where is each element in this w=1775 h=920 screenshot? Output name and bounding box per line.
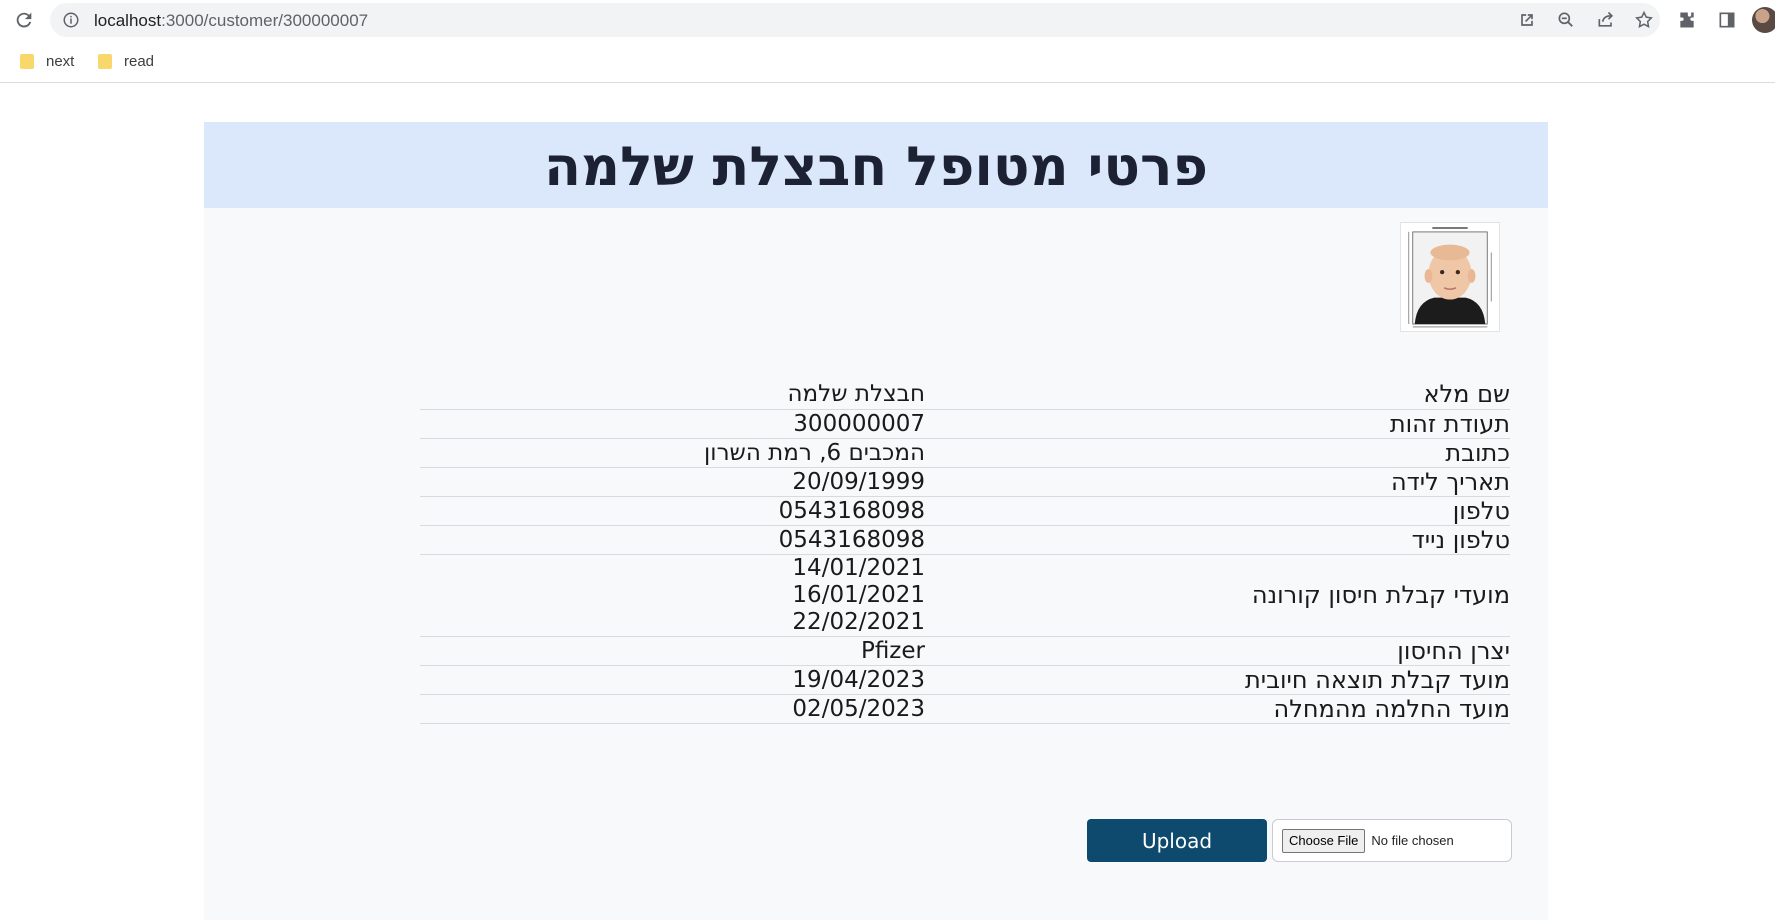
detail-row-positive-date: מועד קבלת תוצאה חיובית 19/04/2023 — [420, 666, 1510, 695]
bookmark-next[interactable]: next — [18, 51, 74, 71]
detail-value: המכבים 6, רמת השרון — [420, 440, 925, 466]
value-text: חבצלת שלמה — [787, 381, 925, 407]
value-text: Pfizer — [860, 638, 925, 664]
browser-toolbar: localhost:3000/customer/300000007 — [0, 0, 1775, 40]
value-text: 02/05/2023 — [792, 696, 925, 722]
bookmark-label: read — [124, 52, 155, 70]
detail-label: כתובת — [1445, 439, 1510, 467]
detail-row-vaccine-dates: מועדי קבלת חיסון קורונה 14/01/2021 16/01… — [420, 555, 1510, 637]
folder-icon — [98, 54, 112, 69]
extensions-icon[interactable] — [1677, 10, 1697, 30]
detail-row-birth-date: תאריך לידה 20/09/1999 — [420, 468, 1510, 497]
detail-label: מועד קבלת תוצאה חיובית — [1244, 666, 1510, 694]
detail-row-mobile: טלפון נייד 0543168098 — [420, 526, 1510, 555]
url-path: :3000/customer/300000007 — [161, 11, 369, 30]
detail-row-vaccine-maker: יצרן החיסון Pfizer — [420, 637, 1510, 666]
address-bar[interactable]: localhost:3000/customer/300000007 — [50, 3, 1660, 37]
detail-value: 0543168098 — [420, 498, 925, 524]
value-text: 0543168098 — [778, 498, 925, 524]
detail-label: מועדי קבלת חיסון קורונה — [1251, 581, 1510, 609]
detail-value: Pfizer — [420, 638, 925, 664]
bookmarks-bar: next read — [0, 40, 1775, 83]
site-info-icon[interactable] — [62, 11, 80, 29]
detail-label: טלפון — [1452, 497, 1510, 525]
file-status-text: No file chosen — [1371, 833, 1454, 848]
detail-row-address: כתובת המכבים 6, רמת השרון — [420, 439, 1510, 468]
detail-row-full-name: שם מלא חבצלת שלמה — [420, 380, 1510, 410]
value-text: 0543168098 — [778, 527, 925, 553]
detail-label: יצרן החיסון — [1397, 637, 1510, 665]
value-text: 16/01/2021 — [792, 582, 925, 608]
detail-row-phone: טלפון 0543168098 — [420, 497, 1510, 526]
value-text: 19/04/2023 — [792, 667, 925, 693]
reload-icon[interactable] — [13, 9, 35, 31]
bookmark-label: next — [46, 52, 75, 70]
value-text: 22/02/2021 — [792, 609, 925, 635]
detail-value: 02/05/2023 — [420, 696, 925, 722]
choose-file-button[interactable]: Choose File — [1282, 828, 1366, 853]
zoom-out-icon[interactable] — [1556, 10, 1576, 30]
detail-value: 20/09/1999 — [420, 469, 925, 495]
value-text: 300000007 — [793, 411, 925, 437]
share-icon[interactable] — [1596, 10, 1616, 30]
customer-photo — [1400, 222, 1500, 332]
detail-row-id-number: תעודת זהות 300000007 — [420, 410, 1510, 439]
detail-label: שם מלא — [1423, 380, 1510, 408]
profile-avatar[interactable] — [1752, 7, 1775, 33]
url-text[interactable]: localhost:3000/customer/300000007 — [94, 11, 368, 31]
title-band: פרטי מטופל חבצלת שלמה — [204, 122, 1548, 208]
detail-label: מועד החלמה מהמחלה — [1273, 695, 1510, 723]
value-text: 14/01/2021 — [792, 555, 925, 581]
open-in-app-icon[interactable] — [1517, 10, 1537, 30]
detail-value: חבצלת שלמה — [420, 381, 925, 407]
value-text: 20/09/1999 — [792, 469, 925, 495]
page-title: פרטי מטופל חבצלת שלמה — [543, 134, 1209, 198]
detail-value: 0543168098 — [420, 527, 925, 553]
detail-label: תאריך לידה — [1390, 468, 1510, 496]
folder-icon — [20, 54, 34, 69]
bookmark-star-icon[interactable] — [1634, 10, 1654, 30]
detail-row-recovery-date: מועד החלמה מהמחלה 02/05/2023 — [420, 695, 1510, 724]
detail-label: טלפון נייד — [1411, 526, 1510, 554]
upload-button[interactable]: Upload — [1087, 819, 1267, 862]
value-text: המכבים 6, רמת השרון — [704, 440, 925, 466]
side-panel-icon[interactable] — [1717, 10, 1737, 30]
detail-value: 14/01/2021 16/01/2021 22/02/2021 — [420, 555, 925, 636]
detail-value: 300000007 — [420, 411, 925, 437]
file-input[interactable]: Choose File No file chosen — [1272, 819, 1512, 862]
detail-value: 19/04/2023 — [420, 667, 925, 693]
customer-card: פרטי מטופל חבצלת שלמה שם מלא חבצלת שלמה … — [204, 122, 1548, 920]
url-host: localhost — [94, 11, 162, 30]
detail-label: תעודת זהות — [1389, 410, 1510, 438]
bookmark-read[interactable]: read — [96, 51, 154, 71]
